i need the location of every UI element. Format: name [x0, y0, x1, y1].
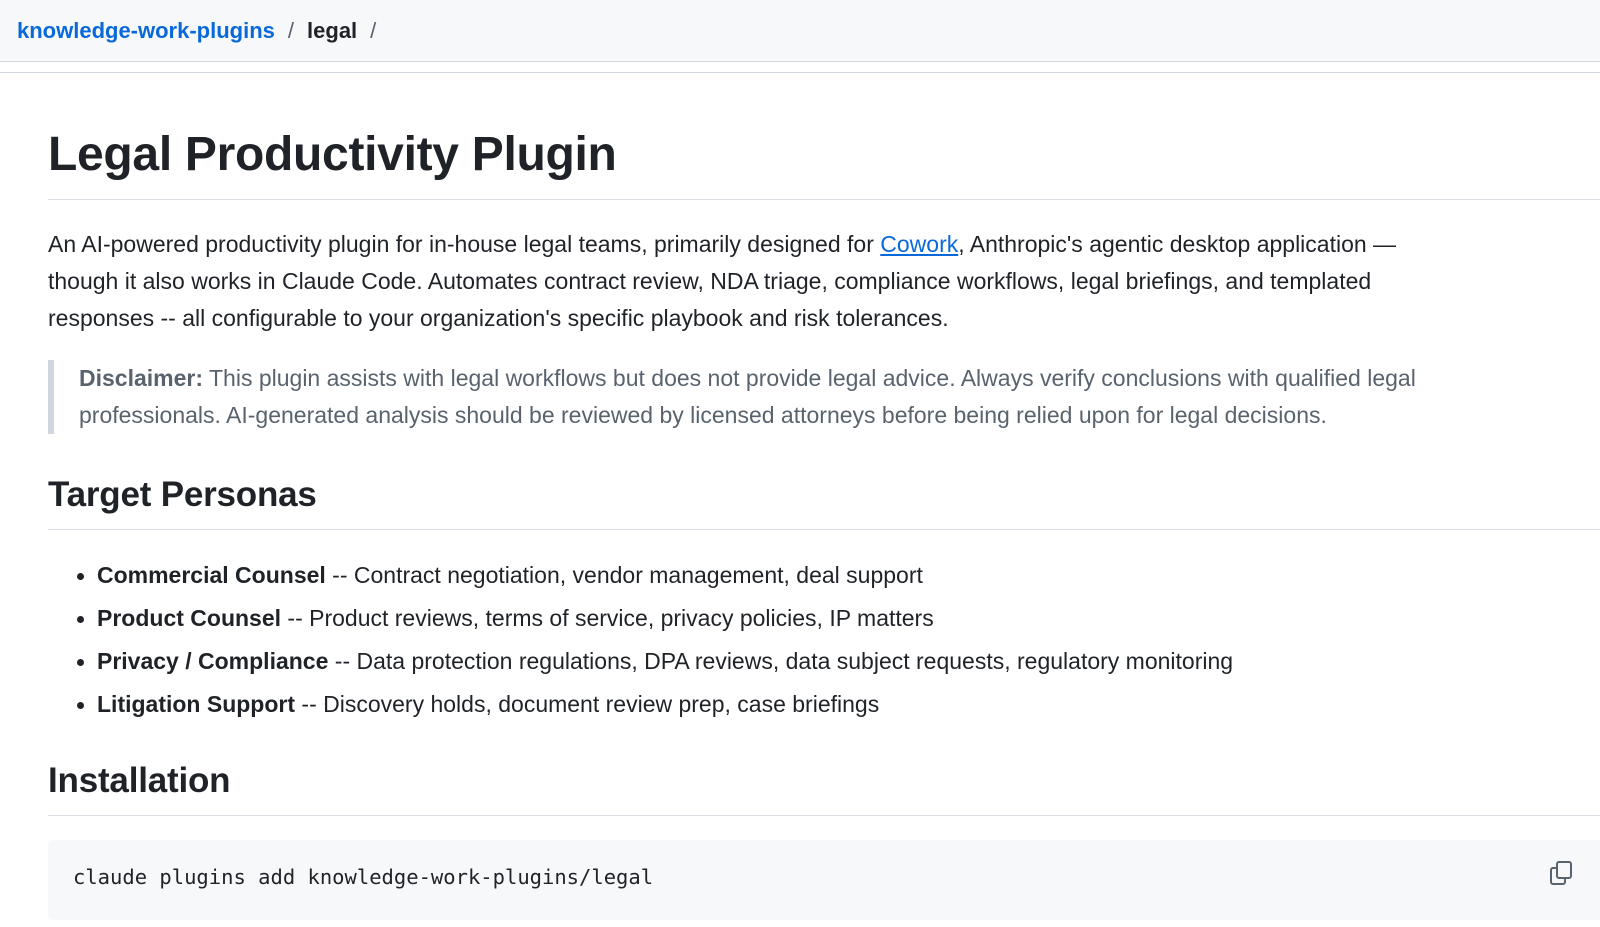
disclaimer-blockquote: Disclaimer: This plugin assists with leg…: [48, 360, 1558, 434]
disclaimer-label: Disclaimer:: [79, 365, 204, 391]
disclaimer-text: This plugin assists with legal workflows…: [203, 365, 1416, 391]
copy-icon[interactable]: [1550, 860, 1574, 888]
installation-heading: Installation: [48, 759, 1600, 816]
page-title: Legal Productivity Plugin: [48, 127, 1600, 200]
persona-name: Privacy / Compliance: [97, 648, 329, 674]
list-item: Commercial Counsel -- Contract negotiati…: [77, 554, 1233, 597]
cowork-link[interactable]: Cowork: [880, 231, 958, 257]
install-command[interactable]: claude plugins add knowledge-work-plugin…: [73, 865, 653, 889]
persona-name: Commercial Counsel: [97, 562, 326, 588]
target-personas-heading: Target Personas: [48, 473, 1600, 530]
list-item: Litigation Support -- Discovery holds, d…: [77, 683, 1233, 726]
personas-list: Commercial Counsel -- Contract negotiati…: [77, 554, 1233, 726]
breadcrumb-folder[interactable]: legal: [307, 18, 357, 44]
breadcrumb: knowledge-work-plugins / legal /: [0, 0, 1600, 62]
install-code-block[interactable]: claude plugins add knowledge-work-plugin…: [48, 840, 1600, 920]
list-item: Product Counsel -- Product reviews, term…: [77, 597, 1233, 640]
persona-description: -- Discovery holds, document review prep…: [295, 691, 880, 717]
intro-paragraph: An AI-powered productivity plugin for in…: [48, 226, 1548, 337]
readme-panel: Legal Productivity Plugin An AI-powered …: [0, 72, 1600, 927]
intro-text: though it also works in Claude Code. Aut…: [48, 268, 1372, 294]
breadcrumb-repo-link[interactable]: knowledge-work-plugins: [17, 18, 275, 44]
intro-text: responses -- all configurable to your or…: [48, 305, 949, 331]
breadcrumb-separator: /: [287, 17, 295, 43]
persona-description: -- Data protection regulations, DPA revi…: [328, 648, 1234, 674]
persona-name: Product Counsel: [97, 605, 282, 631]
breadcrumb-separator: /: [370, 17, 377, 43]
intro-text: An AI-powered productivity plugin for in…: [48, 231, 881, 257]
persona-name: Litigation Support: [97, 691, 296, 717]
intro-text: , Anthropic's agentic desktop applicatio…: [958, 231, 1397, 257]
disclaimer-text: professionals. AI-generated analysis sho…: [79, 402, 1327, 428]
list-item: Privacy / Compliance -- Data protection …: [77, 640, 1233, 683]
persona-description: -- Contract negotiation, vendor manageme…: [325, 562, 923, 588]
persona-description: -- Product reviews, terms of service, pr…: [281, 605, 934, 631]
